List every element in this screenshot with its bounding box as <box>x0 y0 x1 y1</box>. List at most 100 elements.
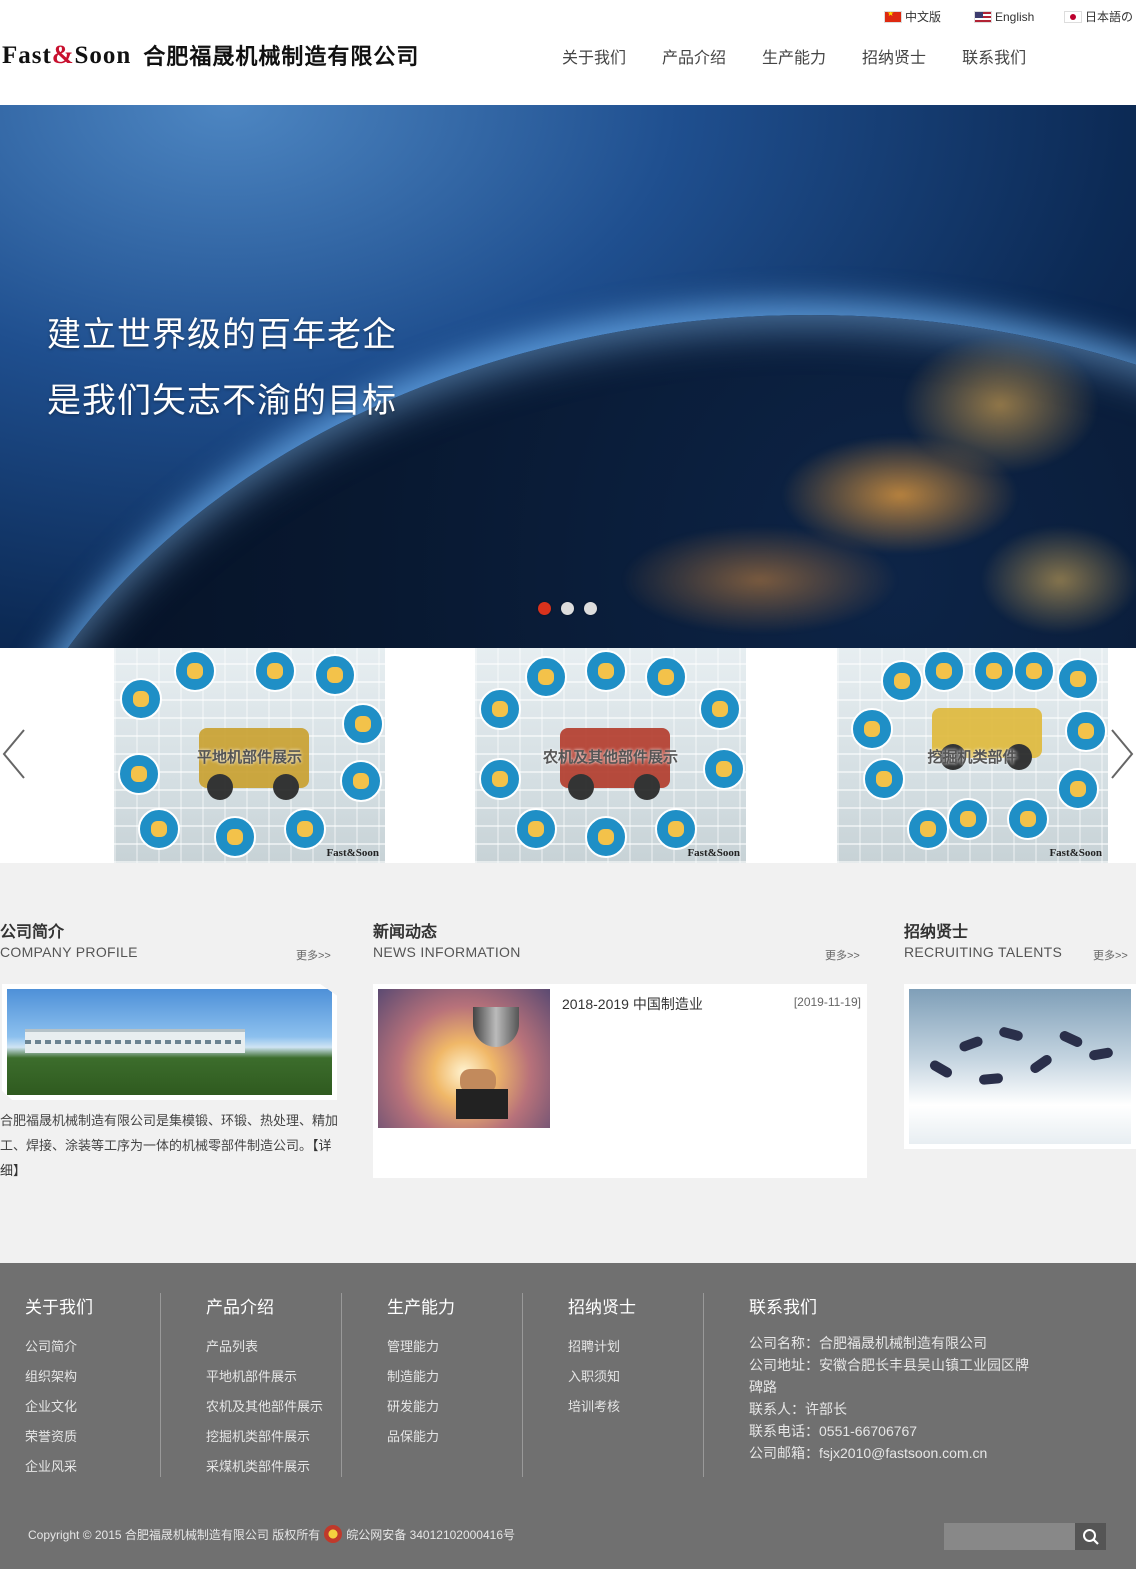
footer-col-recruit: 招纳贤士 招聘计划 入职须知 培训考核 <box>568 1293 704 1477</box>
nav-recruit[interactable]: 招纳贤士 <box>862 44 926 68</box>
slider-dot-2[interactable] <box>561 602 574 615</box>
contact-address-cont: 碑路 <box>749 1379 777 1395</box>
footer-link[interactable]: 入职须知 <box>568 1362 703 1392</box>
contact-phone: 联系电话：0551-66706767 <box>749 1423 918 1439</box>
police-badge-icon <box>324 1525 343 1543</box>
product-card-excavator[interactable]: 挖掘机类部件 Fast&Soon <box>837 648 1108 863</box>
icp-link[interactable]: 皖公网安备 34012102000416号 <box>346 1526 515 1543</box>
news-item-date: [2019-11-19] <box>793 995 861 1009</box>
product-watermark: Fast&Soon <box>687 847 740 859</box>
product-card-grader[interactable]: 平地机部件展示 Fast&Soon <box>114 648 385 863</box>
lang-label: 日本語の <box>1085 10 1134 24</box>
talent-more-link[interactable]: 更多>> <box>1093 947 1128 963</box>
carousel-next-arrow[interactable] <box>1108 726 1136 782</box>
lang-english[interactable]: English <box>974 8 1064 25</box>
footer-heading: 生产能力 <box>387 1298 455 1318</box>
hero-headline-1: 建立世界级的百年老企 <box>47 315 397 355</box>
chevron-right-icon <box>1111 729 1134 779</box>
footer-link[interactable]: 招聘计划 <box>568 1332 703 1362</box>
profile-description: 合肥福晟机械制造有限公司是集模锻、环锻、热处理、精加工、焊接、涂装等工序为一体的… <box>0 1108 340 1183</box>
news-subtitle: NEWS INFORMATION <box>373 944 521 960</box>
factory-image[interactable] <box>2 984 337 1100</box>
footer-col-capacity: 生产能力 管理能力 制造能力 研发能力 品保能力 <box>387 1293 523 1477</box>
footer-heading: 联系我们 <box>749 1298 817 1318</box>
nav-capacity[interactable]: 生产能力 <box>762 44 826 68</box>
chevron-left-icon <box>2 729 25 779</box>
hero-banner[interactable]: 建立世界级的百年老企 是我们矢志不渝的目标 <box>0 105 1136 648</box>
footer-link[interactable]: 公司简介 <box>25 1332 160 1362</box>
footer-col-products: 产品介绍 产品列表 平地机部件展示 农机及其他部件展示 挖掘机类部件展示 采煤机… <box>206 1293 342 1477</box>
news-title: 新闻动态 <box>373 922 438 941</box>
nav-about[interactable]: 关于我们 <box>562 44 626 68</box>
logo[interactable]: Fast&Soon 合肥福晟机械制造有限公司 <box>2 38 419 72</box>
contact-person: 联系人：许部长 <box>749 1401 847 1417</box>
contact-address: 公司地址：安徽合肥长丰县吴山镇工业园区牌 <box>749 1357 1029 1373</box>
slider-dots <box>538 602 597 615</box>
footer-link[interactable]: 组织架构 <box>25 1362 160 1392</box>
footer-link[interactable]: 农机及其他部件展示 <box>206 1392 341 1422</box>
footer-search <box>944 1523 1106 1550</box>
main-nav: 关于我们 产品介绍 生产能力 招纳贤士 联系我们 <box>562 44 1062 68</box>
hero-headline-2: 是我们矢志不渝的目标 <box>47 381 397 421</box>
talent-subtitle: RECRUITING TALENTS <box>904 944 1063 960</box>
skydivers-image[interactable] <box>904 984 1136 1149</box>
product-caption: 农机及其他部件展示 <box>542 748 678 766</box>
profile-subtitle: COMPANY PROFILE <box>0 944 138 960</box>
contact-email: 公司邮箱：fsjx2010@fastsoon.com.cn <box>749 1445 988 1461</box>
carousel-prev-arrow[interactable] <box>0 726 28 782</box>
product-card-agri[interactable]: 农机及其他部件展示 Fast&Soon <box>475 648 746 863</box>
profile-more-link[interactable]: 更多>> <box>296 947 331 963</box>
product-caption: 平地机部件展示 <box>196 748 302 766</box>
footer-link[interactable]: 企业文化 <box>25 1392 160 1422</box>
profile-text: 合肥福晟机械制造有限公司是集模锻、环锻、热处理、精加工、焊接、涂装等工序为一体的… <box>0 1113 339 1153</box>
footer-link[interactable]: 研发能力 <box>387 1392 522 1422</box>
slider-dot-3[interactable] <box>584 602 597 615</box>
trophy-image[interactable] <box>378 989 550 1128</box>
product-watermark: Fast&Soon <box>326 847 379 859</box>
search-input[interactable] <box>944 1523 1075 1550</box>
info-section: 公司简介 COMPANY PROFILE 更多>> 合肥福晟机械制造有限公司是集… <box>0 863 1136 1263</box>
footer-link[interactable]: 平地机部件展示 <box>206 1362 341 1392</box>
news-more-link[interactable]: 更多>> <box>825 947 860 963</box>
footer-link[interactable]: 管理能力 <box>387 1332 522 1362</box>
search-button[interactable] <box>1075 1523 1106 1550</box>
lang-label: English <box>995 9 1035 24</box>
product-carousel: 平地机部件展示 Fast&Soon 农机及其他部件展示 Fast&Soon 挖掘 <box>0 648 1136 863</box>
footer-link[interactable]: 采煤机类部件展示 <box>206 1452 341 1482</box>
footer-link[interactable]: 产品列表 <box>206 1332 341 1362</box>
footer-link[interactable]: 品保能力 <box>387 1422 522 1452</box>
footer-link[interactable]: 企业风采 <box>25 1452 160 1482</box>
footer-heading: 关于我们 <box>25 1298 93 1318</box>
footer-heading: 招纳贤士 <box>568 1298 636 1318</box>
jp-flag-icon <box>1064 10 1082 23</box>
product-caption: 挖掘机类部件 <box>927 748 1018 766</box>
logo-brand: Fast&Soon <box>2 40 132 69</box>
lang-chinese[interactable]: 中文版 <box>884 8 974 25</box>
footer-heading: 产品介绍 <box>206 1298 274 1318</box>
contact-company: 公司名称：合肥福晟机械制造有限公司 <box>749 1335 987 1351</box>
footer-link[interactable]: 挖掘机类部件展示 <box>206 1422 341 1452</box>
logo-company-name: 合肥福晟机械制造有限公司 <box>143 45 420 70</box>
lang-label: 中文版 <box>905 10 942 24</box>
cn-flag-icon <box>884 10 902 23</box>
footer-link[interactable]: 荣誉资质 <box>25 1422 160 1452</box>
lang-japanese[interactable]: 日本語の <box>1064 8 1136 25</box>
profile-title: 公司简介 <box>0 922 65 941</box>
site-header: Fast&Soon 合肥福晟机械制造有限公司 中文版 English 日本語の … <box>0 0 1136 105</box>
nav-products[interactable]: 产品介绍 <box>662 44 726 68</box>
language-switcher: 中文版 English 日本語の <box>884 8 1136 25</box>
footer-link[interactable]: 培训考核 <box>568 1392 703 1422</box>
search-icon <box>1082 1528 1099 1545</box>
us-flag-icon <box>974 10 992 23</box>
footer-col-about: 关于我们 公司简介 组织架构 企业文化 荣誉资质 企业风采 <box>25 1293 161 1477</box>
copyright: Copyright © 2015 合肥福晟机械制造有限公司 版权所有 皖公网安备… <box>28 1525 515 1543</box>
product-watermark: Fast&Soon <box>1049 847 1102 859</box>
footer-link[interactable]: 制造能力 <box>387 1362 522 1392</box>
footer-col-contact: 联系我们 公司名称：合肥福晟机械制造有限公司 公司地址：安徽合肥长丰县吴山镇工业… <box>749 1293 1049 1477</box>
nav-contact[interactable]: 联系我们 <box>962 44 1026 68</box>
news-item[interactable]: 2018-2019 中国制造业 [2019-11-19] <box>373 984 867 1178</box>
copyright-text: Copyright © 2015 合肥福晟机械制造有限公司 版权所有 <box>28 1527 321 1542</box>
news-item-title[interactable]: 2018-2019 中国制造业 <box>562 994 703 1014</box>
slider-dot-1[interactable] <box>538 602 551 615</box>
site-footer: 关于我们 公司简介 组织架构 企业文化 荣誉资质 企业风采 产品介绍 产品列表 … <box>0 1263 1136 1569</box>
